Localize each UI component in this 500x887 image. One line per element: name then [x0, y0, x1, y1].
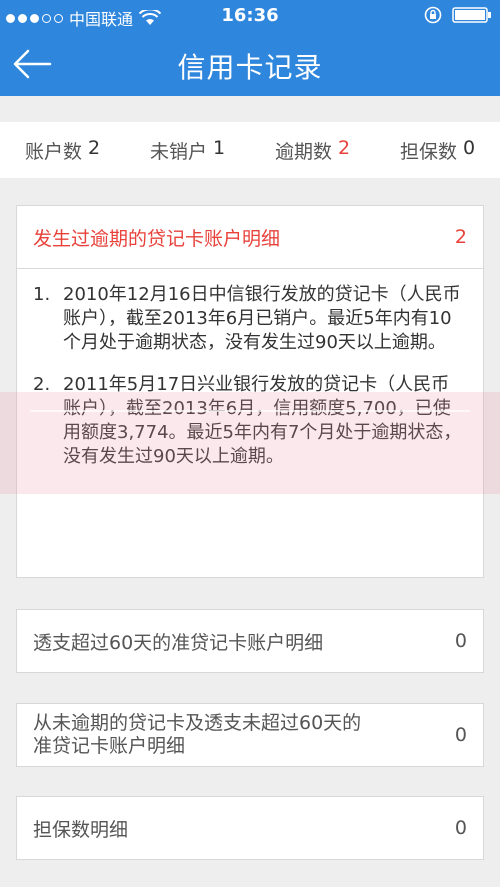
never-overdue-card-header[interactable]: 从未逾期的贷记卡及透支未超过60天的 准贷记卡账户明细 0 [17, 704, 483, 766]
item-text: 2010年12月16日中信银行发放的贷记卡（人民币账户），截至2013年6月已销… [63, 284, 461, 353]
summary-value: 0 [462, 136, 476, 159]
card-count: 2 [454, 226, 467, 248]
card-title-line: 从未逾期的贷记卡及透支未超过60天的 [33, 712, 362, 734]
guarantee-card-header[interactable]: 担保数明细 0 [17, 797, 483, 859]
never-overdue-card[interactable]: 从未逾期的贷记卡及透支未超过60天的 准贷记卡账户明细 0 [16, 703, 484, 767]
quasi-card-header[interactable]: 透支超过60天的准贷记卡账户明细 0 [17, 610, 483, 672]
summary-label: 担保数 [399, 140, 457, 163]
card-title: 从未逾期的贷记卡及透支未超过60天的 准贷记卡账户明细 [33, 712, 361, 758]
guarantee-card[interactable]: 担保数明细 0 [16, 796, 484, 860]
summary-value: 1 [212, 136, 226, 159]
page-title: 信用卡记录 [177, 51, 323, 84]
navigation-bar: 信用卡记录 [0, 32, 500, 96]
summary-overdue: 逾期数 2 [275, 137, 350, 164]
summary-value: 2 [87, 136, 101, 159]
card-count: 0 [454, 724, 467, 746]
summary-label: 未销户 [149, 140, 207, 163]
card-count: 0 [454, 817, 467, 839]
battery-icon [452, 7, 491, 23]
status-icons [424, 6, 492, 24]
overdue-detail-list: 1. 2010年12月16日中信银行发放的贷记卡（人民币账户），截至2013年6… [17, 269, 483, 469]
summary-label: 账户数 [24, 140, 82, 163]
overdue-accounts-card: 发生过逾期的贷记卡账户明细 2 1. 2010年12月16日中信银行发放的贷记卡… [16, 205, 484, 578]
summary-accounts: 账户数 2 [25, 137, 100, 164]
card-title: 透支超过60天的准贷记卡账户明细 [33, 631, 324, 654]
list-item: 2. 2011年5月17日兴业银行发放的贷记卡（人民币账户），截至2013年6月… [33, 373, 465, 469]
overdue-card-header[interactable]: 发生过逾期的贷记卡账户明细 2 [17, 206, 483, 268]
card-count: 0 [454, 630, 467, 652]
item-text: 2011年5月17日兴业银行发放的贷记卡（人民币账户），截至2013年6月，信用… [63, 374, 462, 467]
list-item: 1. 2010年12月16日中信银行发放的贷记卡（人民币账户），截至2013年6… [33, 283, 465, 355]
item-number: 2. [33, 374, 51, 395]
summary-guarantee: 担保数 0 [400, 137, 475, 164]
rotation-lock-icon [424, 6, 442, 24]
card-title: 发生过逾期的贷记卡账户明细 [33, 227, 281, 250]
quasi-credit-card[interactable]: 透支超过60天的准贷记卡账户明细 0 [16, 609, 484, 673]
summary-label: 逾期数 [274, 140, 332, 163]
card-title-line: 准贷记卡账户明细 [33, 735, 186, 757]
status-bar: 中国联通 16:36 [0, 0, 500, 32]
account-summary: 账户数 2 未销户 1 逾期数 2 担保数 0 [0, 122, 500, 178]
item-number: 1. [33, 284, 51, 305]
summary-value: 2 [337, 136, 351, 159]
summary-open: 未销户 1 [150, 137, 225, 164]
card-title: 担保数明细 [33, 818, 129, 841]
